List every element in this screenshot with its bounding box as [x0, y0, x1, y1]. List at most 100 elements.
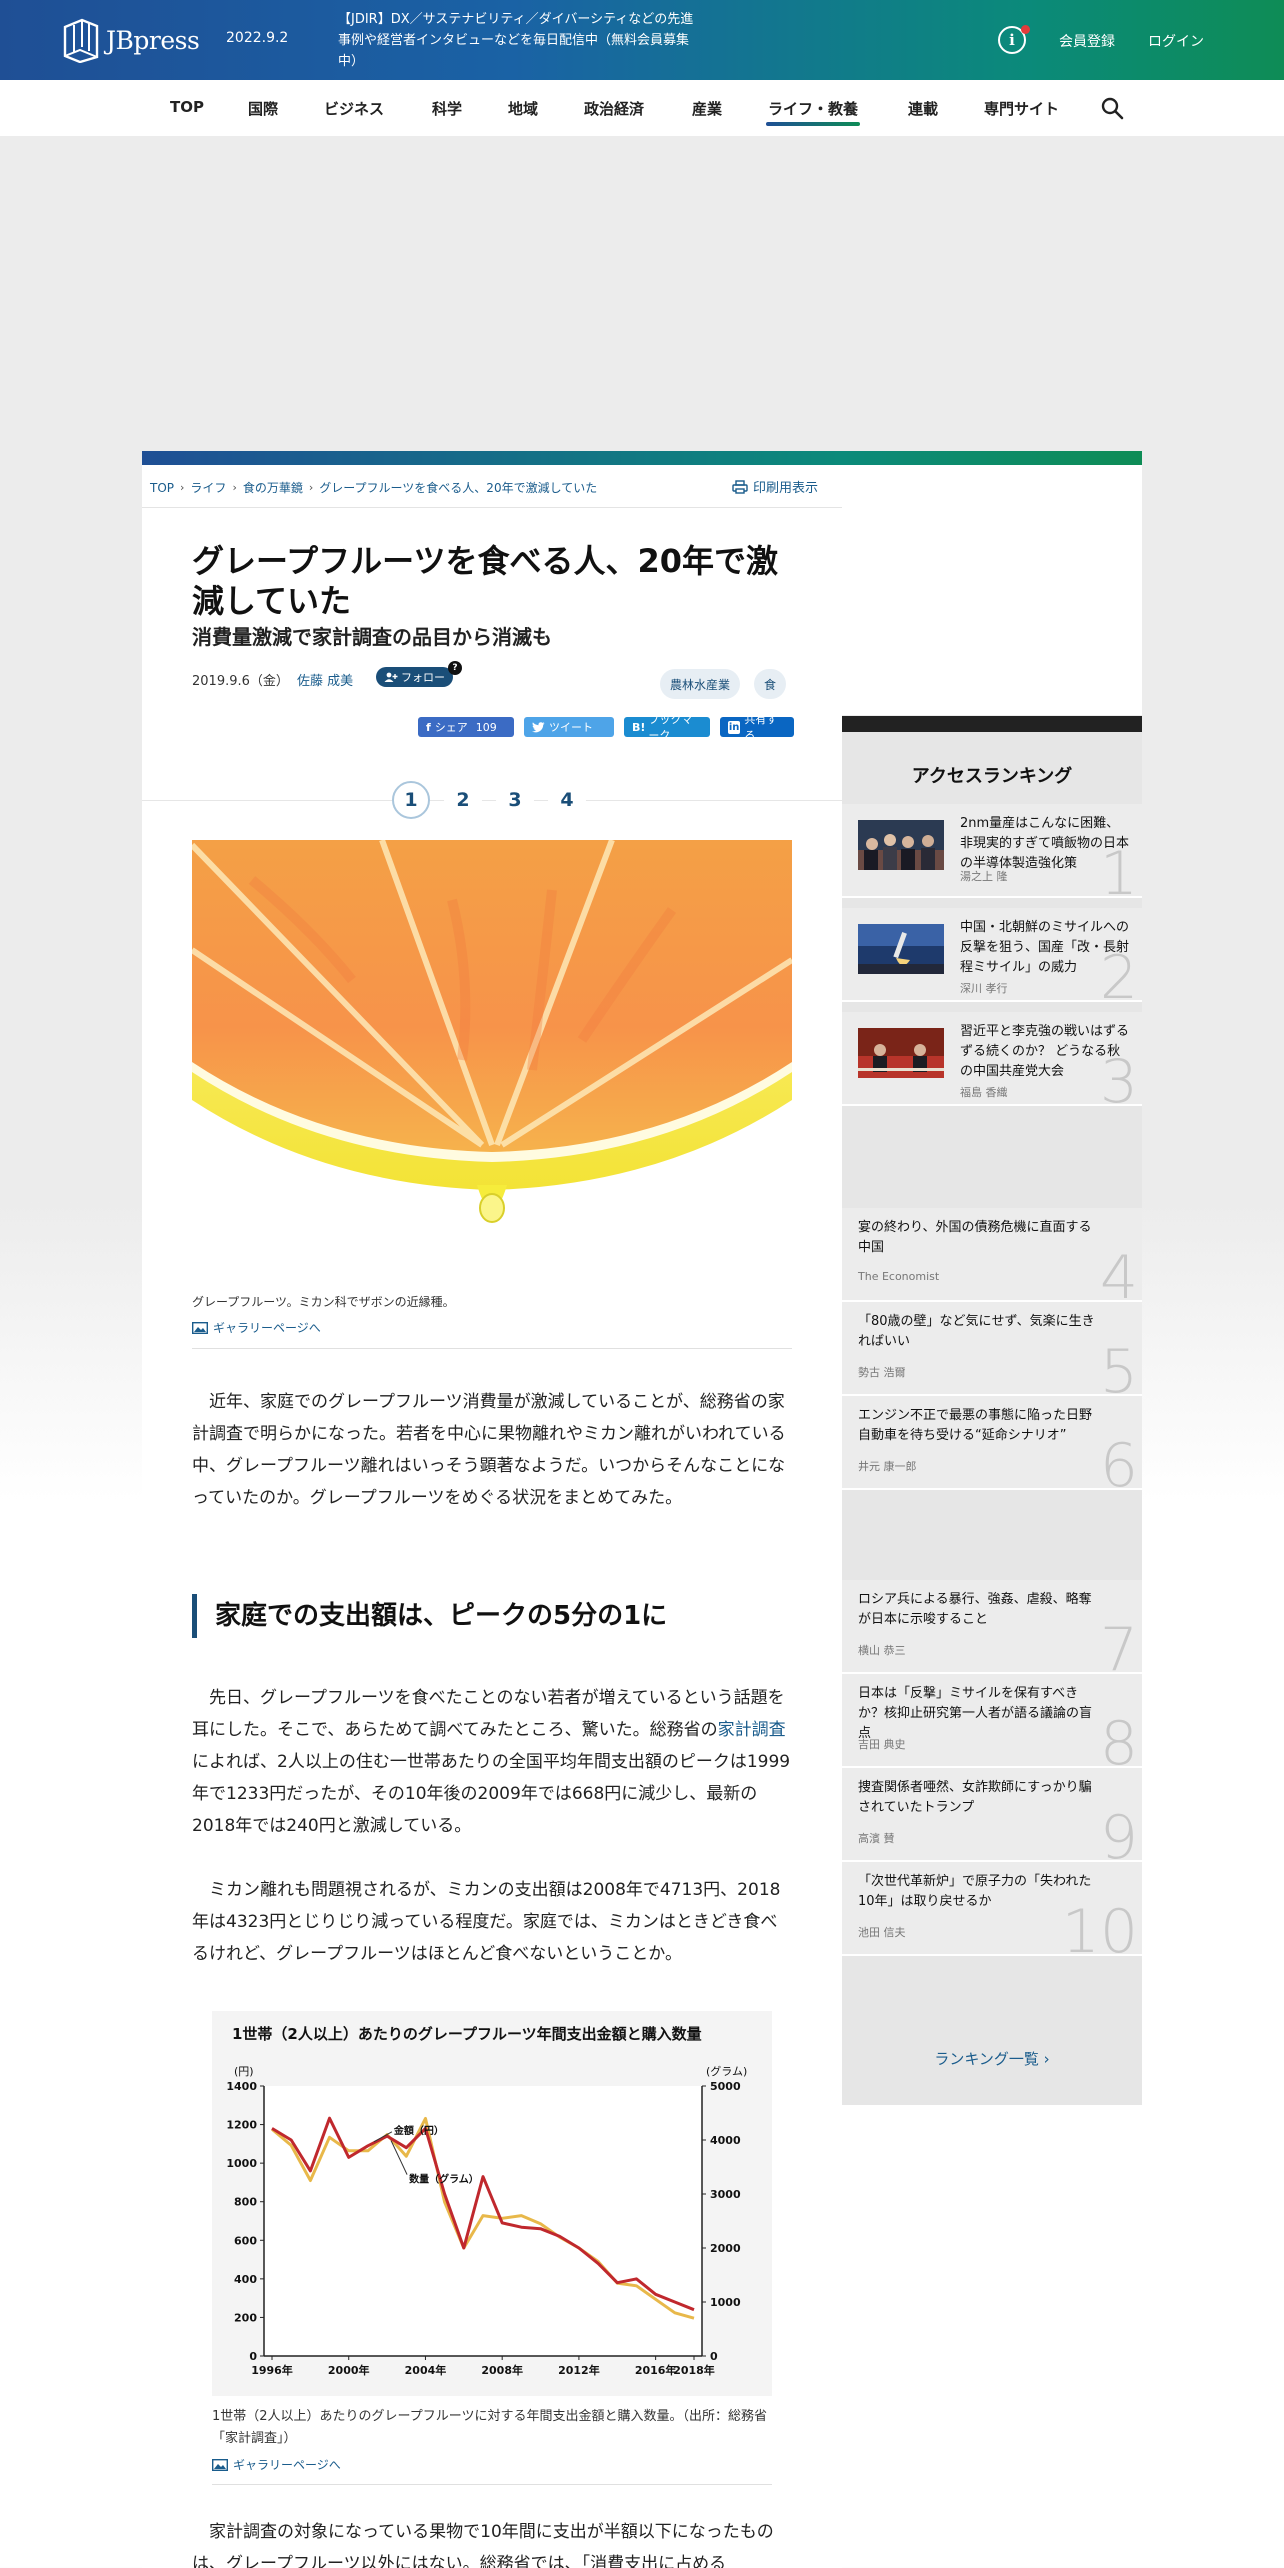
divider — [192, 1348, 792, 1349]
breadcrumb-separator-icon: › — [232, 481, 237, 494]
current-date: 2022.9.2 — [226, 30, 289, 46]
ranking-thumbnail-1 — [858, 820, 944, 870]
ranking-item-6[interactable]: エンジン不正で最悪の事態に陥った日野自動車を待ち受ける“延命シナリオ” 井元 康… — [842, 1396, 1142, 1490]
chart-right-tick-label: 3000 — [710, 2188, 741, 2201]
facebook-share-count: 109 — [475, 720, 497, 734]
chart-plot-area — [264, 2086, 702, 2356]
breadcrumb-top[interactable]: TOP — [150, 481, 174, 495]
chart-x-tick-label: 2016年 — [635, 2363, 677, 2377]
chart-left-tick-label: 600 — [234, 2234, 257, 2247]
divider — [212, 2484, 772, 2485]
chart-x-tick-label: 2008年 — [481, 2363, 523, 2377]
ranking-number-1: 1 — [1099, 839, 1138, 898]
gallery-link[interactable]: ギャラリーページへ — [192, 1319, 321, 1336]
ranking-item-7[interactable]: ロシア兵による暴行、強姦、虐殺、略奪が日本に示唆すること 横山 恭三 7 — [842, 1580, 1142, 1674]
nav-item-life-culture[interactable]: ライフ・教養 — [765, 98, 861, 126]
ranking-item-9[interactable]: 捜査関係者唖然、女詐欺師にすっかり騙されていたトランプ 高濱 賛 9 — [842, 1768, 1142, 1862]
chart-left-tick-label: 800 — [234, 2196, 257, 2209]
grapefruit-photo[interactable] — [192, 840, 792, 1280]
breadcrumb-current[interactable]: グレープフルーツを食べる人、20年で激減していた — [319, 479, 597, 496]
ranking-title-5: 「80歳の壁」など気にせず、気楽に生きればいい — [858, 1314, 1095, 1349]
search-icon[interactable] — [1100, 96, 1124, 120]
chart-x-tick-label: 2000年 — [328, 2363, 370, 2377]
ranking-item-10[interactable]: 「次世代革新炉」で原子力の「失われた10年」は取り戻せるか 池田 信夫 10 — [842, 1862, 1142, 1956]
chart-left-tick-label: 1000 — [226, 2157, 257, 2170]
hatena-bookmark-label: ブックマーク — [648, 713, 693, 742]
twitter-share-label: ツイート — [549, 721, 593, 734]
paragraph-2: 先日、グレープフルーツを食べたことのない若者が増えているという話題を耳にした。そ… — [192, 1682, 792, 1842]
ranking-item-1[interactable]: 2nm量産はこんなに困難、非現実的すぎて噴飯物の日本の半導体製造強化策 湯之上 … — [842, 804, 1142, 898]
nav-item-series[interactable]: 連載 — [908, 98, 938, 119]
section-heading: 家庭での支出額は、ピークの5分の1に — [192, 1594, 792, 1638]
gallery-icon — [212, 2458, 228, 2471]
nav-item-politics-economy[interactable]: 政治経済 — [584, 98, 644, 119]
nav-item-business[interactable]: ビジネス — [324, 98, 384, 119]
content-top-rule — [142, 451, 1142, 465]
nav-item-international[interactable]: 国際 — [248, 98, 278, 119]
ranking-title-8: 日本は「反撃」ミサイルを保有すべきか？核抑止研究第一人者が語る議論の盲点 — [858, 1686, 1093, 1741]
article-subtitle: 消費量激減で家計調査の品目から消滅も — [192, 625, 552, 649]
tag-agriculture[interactable]: 農林水産業 — [660, 669, 741, 699]
author-link[interactable]: 佐藤 成美 — [297, 670, 353, 689]
nav-item-industry[interactable]: 産業 — [692, 98, 722, 119]
ranking-author-1: 湯之上 隆 — [960, 870, 1008, 883]
register-link[interactable]: 会員登録 — [1059, 31, 1115, 51]
page-4-link[interactable]: 4 — [548, 781, 586, 819]
twitter-share-button[interactable]: ツイート — [524, 717, 614, 737]
paragraph-4: 家計調査の対象になっている果物で10年間に支出が半額以下になったものは、グレープ… — [192, 2522, 774, 2568]
paragraph-intro: 近年、家庭でのグレープフルーツ消費量が激減していることが、総務省の家計調査で明ら… — [192, 1392, 786, 1508]
paragraph-2-text-b: によれば、2人以上の住む一世帯あたりの全国平均年間支出額のピークは1999年で1… — [192, 1752, 791, 1836]
breadcrumb-life[interactable]: ライフ — [190, 479, 226, 496]
follow-author-button[interactable]: フォロー — [376, 667, 453, 687]
ranking-number-10: 10 — [1061, 1897, 1138, 1956]
ranking-item-2[interactable]: 中国・北朝鮮のミサイルへの反撃を狙う、国産「改・長射程ミサイル」の威力 深川 孝… — [842, 908, 1142, 1002]
printer-icon — [732, 479, 748, 494]
follow-help-icon[interactable]: ? — [448, 661, 462, 675]
page-1-link[interactable]: 1 — [392, 781, 430, 819]
linkedin-share-button[interactable]: in 共有する — [720, 713, 794, 742]
login-link[interactable]: ログイン — [1148, 31, 1204, 51]
notification-dot — [1021, 25, 1030, 34]
page-2-link[interactable]: 2 — [444, 781, 482, 819]
paragraph-2-text-a: 先日、グレープフルーツを食べたことのない若者が増えているという話題を耳にした。そ… — [192, 1688, 785, 1740]
hatena-bookmark-button[interactable]: B! ブックマーク — [624, 713, 710, 742]
nav-item-special-sites[interactable]: 専門サイト — [984, 98, 1059, 119]
ranking-item-3[interactable]: 習近平と李克強の戦いはずるずる続くのか？ どうなる秋の中国共産党大会 福島 香織… — [842, 1012, 1142, 1106]
ranking-author-4: The Economist — [858, 1270, 940, 1283]
chart-gallery-link[interactable]: ギャラリーページへ — [212, 2456, 341, 2473]
grapefruit-spending-chart[interactable]: 1世帯（2人以上）あたりのグレープフルーツ年間支出金額と購入数量 (円) (グラ… — [212, 2011, 772, 2396]
ranking-author-5: 勢古 浩爾 — [858, 1366, 906, 1379]
promo-notice-link[interactable]: 【JDIR】DX／サステナビリティ／ダイバーシティなどの先進事例や経営者インタビ… — [338, 9, 698, 72]
gallery-icon — [192, 1321, 208, 1334]
facebook-share-button[interactable]: f シェア 109 — [418, 717, 514, 737]
ranking-item-5[interactable]: 「80歳の壁」など気にせず、気楽に生きればいい 勢古 浩爾 5 — [842, 1302, 1142, 1396]
chart-left-tick-label: 1400 — [226, 2080, 257, 2093]
chart-left-tick-label: 200 — [234, 2311, 257, 2324]
tag-food[interactable]: 食 — [754, 669, 787, 699]
ranking-author-9: 高濱 賛 — [858, 1832, 895, 1845]
chart-title: 1世帯（2人以上）あたりのグレープフルーツ年間支出金額と購入数量 — [232, 2025, 702, 2043]
site-logo[interactable]: JBpress — [62, 16, 200, 64]
chart-right-tick-label: 5000 — [710, 2080, 741, 2093]
nav-item-region[interactable]: 地域 — [508, 98, 538, 119]
ranking-item-8[interactable]: 日本は「反撃」ミサイルを保有すべきか？核抑止研究第一人者が語る議論の盲点 吉田 … — [842, 1674, 1142, 1768]
breadcrumb-series[interactable]: 食の万華鏡 — [243, 479, 303, 496]
ranking-number-6: 6 — [1099, 1431, 1138, 1490]
chart-left-unit: (円) — [234, 2065, 254, 2078]
print-view-link[interactable]: 印刷用表示 — [732, 477, 818, 496]
ranking-item-4[interactable]: 宴の終わり、外国の債務危機に直面する中国 The Economist 4 — [842, 1208, 1142, 1302]
access-ranking: アクセスランキング 2nm量産はこんなに困難、非現実的すぎて噴飯物の日本の半導体… — [842, 732, 1142, 2105]
ranking-number-9: 9 — [1099, 1803, 1138, 1862]
breadcrumb: TOP › ライフ › 食の万華鏡 › グレープフルーツを食べる人、20年で激減… — [150, 479, 597, 496]
ranking-thumbnail-2 — [858, 924, 944, 974]
chart-grid — [264, 2086, 702, 2356]
article-title: グレープフルーツを食べる人、20年で激減していた — [192, 542, 778, 620]
household-survey-link[interactable]: 家計調査 — [718, 1720, 786, 1740]
notification-button[interactable]: i — [998, 25, 1030, 56]
chart-x-tick-label: 2004年 — [405, 2363, 447, 2377]
page-3-link[interactable]: 3 — [496, 781, 534, 819]
nav-item-science[interactable]: 科学 — [432, 98, 462, 119]
print-view-label: 印刷用表示 — [753, 481, 819, 496]
ranking-more-link[interactable]: ランキング一覧 › — [842, 2048, 1142, 2069]
nav-item-top[interactable]: TOP — [170, 98, 204, 116]
